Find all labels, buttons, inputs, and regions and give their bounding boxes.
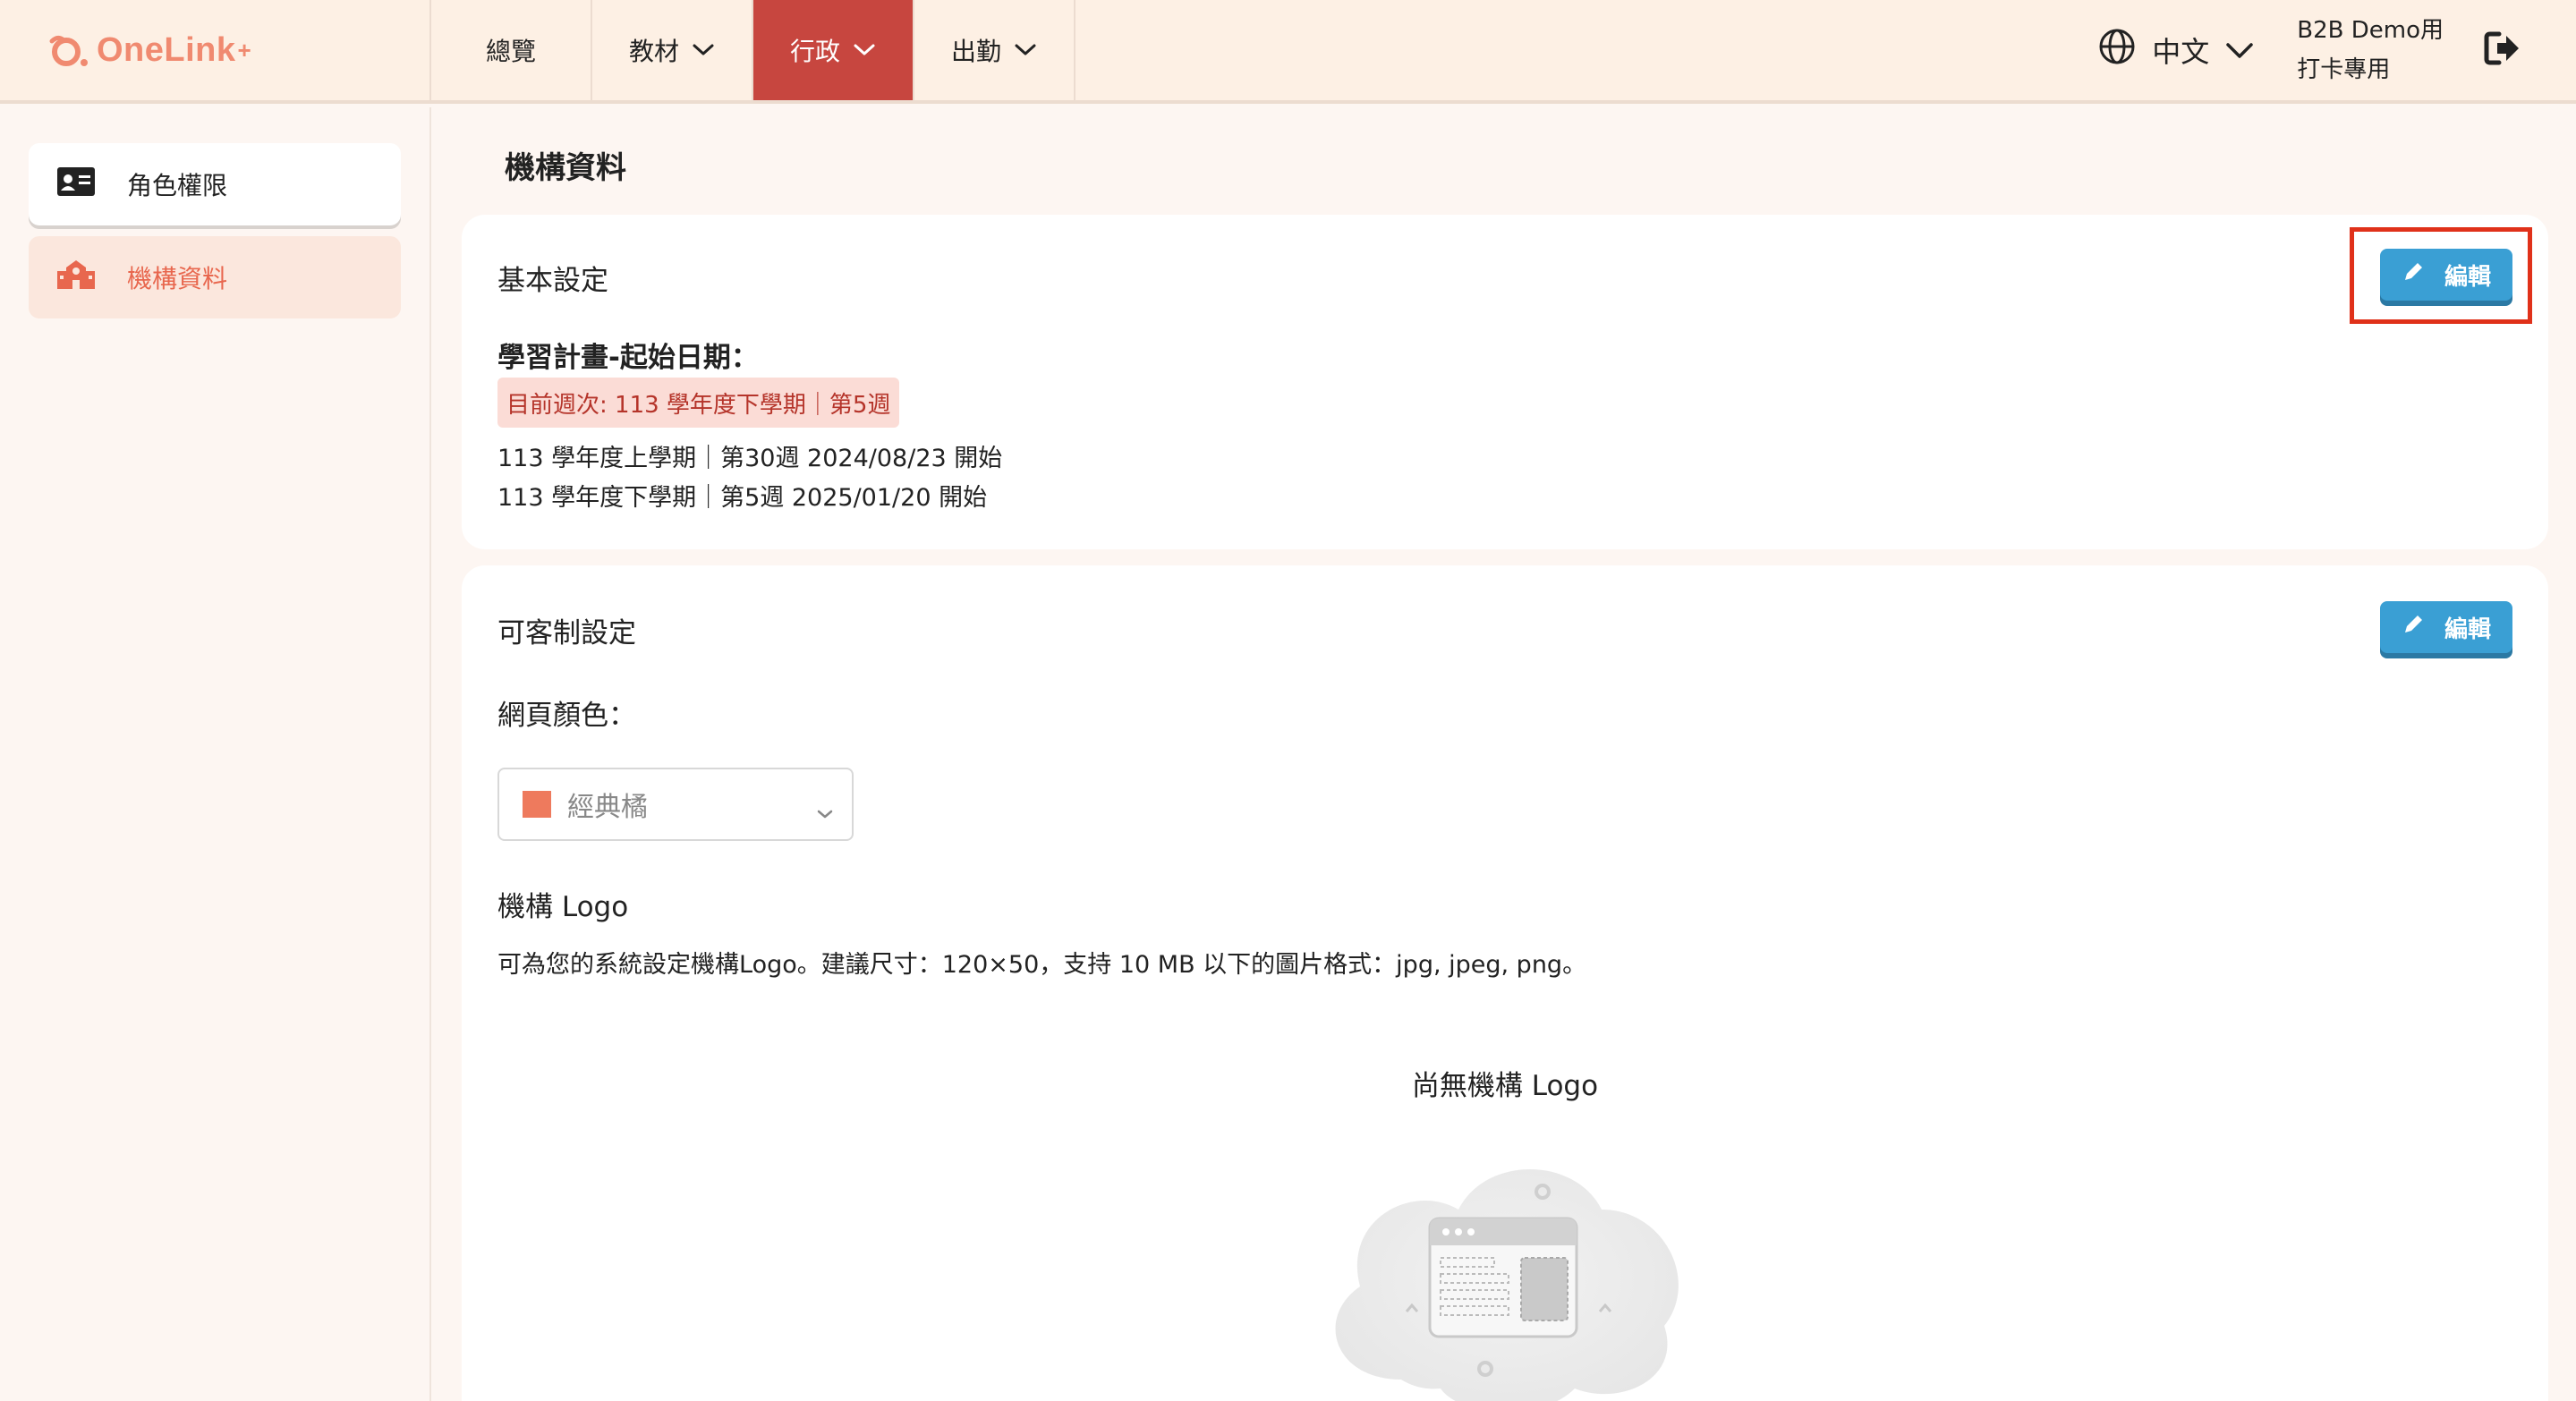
globe-icon (2098, 28, 2136, 72)
nav-materials[interactable]: 教材 (592, 0, 753, 100)
no-logo-title: 尚無機構 Logo (1411, 1070, 1599, 1102)
basic-settings-card: 基本設定 編輯 學習計畫-起始日期： 目前週次: 113 學年度下學期｜第5週 … (462, 215, 2548, 549)
school-icon (55, 259, 97, 297)
main-nav: 總覽 教材 行政 出勤 (429, 0, 1075, 100)
chevron-down-icon (2225, 33, 2254, 67)
chevron-down-icon (1014, 43, 1037, 57)
color-swatch (523, 791, 551, 818)
edit-label: 編輯 (2444, 263, 2491, 291)
sidebar-item-institution-info[interactable]: 機構資料 (29, 236, 401, 318)
logo-description: 可為您的系統設定機構Logo。建議尺寸：120×50，支持 10 MB 以下的圖… (497, 951, 1587, 979)
sidebar-item-role-permissions[interactable]: 角色權限 (29, 143, 401, 225)
brand-logo[interactable]: OneLink + (0, 0, 429, 100)
sidebar-item-label: 機構資料 (127, 264, 228, 293)
nav-admin-label: 行政 (789, 37, 840, 66)
term-start-line: 113 學年度上學期｜第30週 2024/08/23 開始 (497, 445, 1003, 472)
customizable-settings-heading: 可客制設定 (497, 617, 636, 650)
nav-overview-label: 總覽 (485, 37, 536, 66)
sidebar: 角色權限 機構資料 (0, 107, 431, 1401)
web-color-value: 經典橘 (567, 792, 648, 823)
customizable-settings-card: 可客制設定 編輯 網頁顏色： 經典橘 機構 Logo 可為您的系統設定機構Log… (462, 565, 2548, 1401)
brand-plus: + (237, 36, 252, 64)
chevron-down-icon (816, 796, 834, 828)
term-start-line: 113 學年度下學期｜第5週 2025/01/20 開始 (497, 484, 988, 512)
chevron-down-icon (853, 43, 876, 57)
top-navigation-bar: OneLink + 總覽 教材 行政 出勤 中文 B2B Demo用 打卡專用 (0, 0, 2576, 104)
logout-icon[interactable] (2483, 30, 2522, 70)
pencil-icon (2402, 613, 2425, 642)
user-name: B2B Demo用 (2297, 17, 2444, 44)
empty-logo-illustration (1315, 1111, 1695, 1401)
edit-customizable-settings-button[interactable]: 編輯 (2380, 601, 2512, 653)
nav-admin[interactable]: 行政 (753, 0, 914, 100)
user-role: 打卡專用 (2297, 56, 2391, 83)
current-week-badge: 目前週次: 113 學年度下學期｜第5週 (497, 378, 900, 428)
chevron-down-icon (692, 43, 715, 57)
nav-attendance-label: 出勤 (950, 37, 1001, 66)
language-selector[interactable]: 中文 (2098, 28, 2254, 72)
edit-label: 編輯 (2444, 616, 2491, 643)
basic-settings-heading: 基本設定 (497, 265, 608, 297)
id-card-icon (55, 166, 97, 204)
header-right: 中文 B2B Demo用 打卡專用 (2098, 0, 2576, 100)
nav-overview[interactable]: 總覽 (431, 0, 592, 100)
language-label: 中文 (2152, 35, 2210, 69)
onelink-logo-icon (47, 30, 93, 70)
web-color-label: 網頁顏色： (497, 700, 636, 732)
sidebar-item-label: 角色權限 (127, 171, 228, 200)
nav-attendance[interactable]: 出勤 (914, 0, 1075, 100)
pencil-icon (2402, 260, 2425, 290)
institution-logo-label: 機構 Logo (497, 891, 629, 923)
edit-basic-settings-button[interactable]: 編輯 (2380, 249, 2512, 301)
page-title: 機構資料 (505, 150, 626, 186)
web-color-select[interactable]: 經典橘 (497, 768, 854, 841)
brand-name: OneLink (97, 30, 236, 69)
user-info: B2B Demo用 打卡專用 (2297, 11, 2444, 89)
learning-plan-start-label: 學習計畫-起始日期： (497, 342, 759, 374)
nav-materials-label: 教材 (628, 37, 679, 66)
